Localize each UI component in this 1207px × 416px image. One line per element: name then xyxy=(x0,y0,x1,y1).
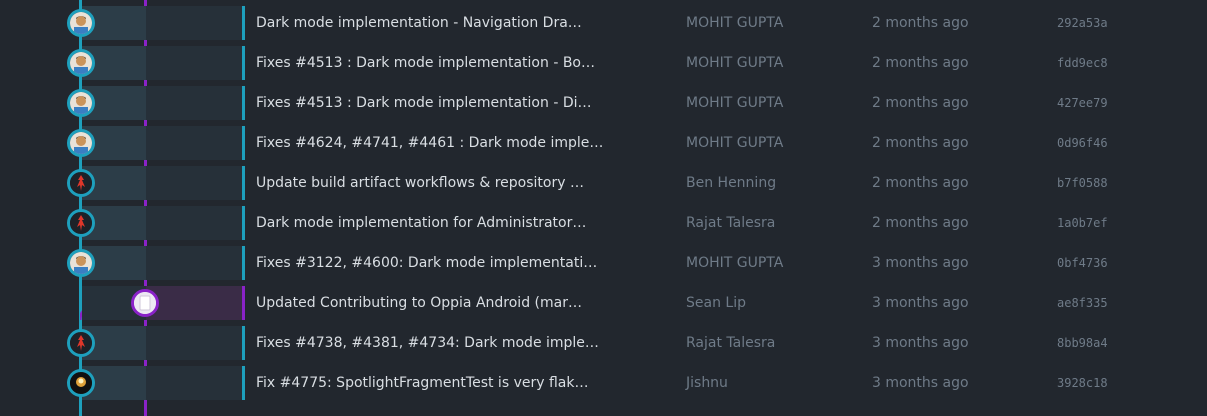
commit-author: Jishnu xyxy=(686,375,728,391)
commit-date: 3 months ago xyxy=(872,335,969,351)
commit-row[interactable]: Fixes #4624, #4741, #4461 : Dark mode im… xyxy=(0,123,1207,163)
commit-row[interactable]: Fix #4775: SpotlightFragmentTest is very… xyxy=(0,363,1207,403)
avatar-person-icon[interactable] xyxy=(67,129,95,157)
avatar-person-icon[interactable] xyxy=(67,89,95,117)
commit-sha: ae8f335 xyxy=(1057,296,1108,310)
avatar-person-icon[interactable] xyxy=(67,9,95,37)
row-branch-marker xyxy=(242,326,245,360)
commit-row[interactable]: Dark mode implementation for Administrat… xyxy=(0,203,1207,243)
graph-cell xyxy=(0,6,242,40)
avatar-red-figure-icon[interactable] xyxy=(67,209,95,237)
commit-subject: Fix #4775: SpotlightFragmentTest is very… xyxy=(256,375,589,391)
row-branch-marker xyxy=(242,366,245,400)
commit-subject: Fixes #4513 : Dark mode implementation -… xyxy=(256,55,595,71)
commit-author: Ben Henning xyxy=(686,175,777,191)
commit-sha: 0d96f46 xyxy=(1057,136,1108,150)
row-branch-marker xyxy=(242,246,245,280)
graph-cell xyxy=(0,246,242,280)
commit-sha: fdd9ec8 xyxy=(1057,56,1108,70)
avatar-white-block-icon[interactable] xyxy=(131,289,159,317)
row-branch-marker xyxy=(242,46,245,80)
commit-author: Rajat Talesra xyxy=(686,335,776,351)
commit-author: MOHIT GUPTA xyxy=(686,15,784,31)
commit-row[interactable]: Dark mode implementation - Navigation Dr… xyxy=(0,3,1207,43)
row-branch-marker xyxy=(242,166,245,200)
commit-sha: 8bb98a4 xyxy=(1057,336,1108,350)
commit-date: 3 months ago xyxy=(872,255,969,271)
graph-cell xyxy=(0,206,242,240)
commit-subject: Fixes #4624, #4741, #4461 : Dark mode im… xyxy=(256,135,604,151)
row-branch-marker xyxy=(242,86,245,120)
row-branch-marker xyxy=(242,206,245,240)
commit-subject: Dark mode implementation - Navigation Dr… xyxy=(256,15,582,31)
commit-sha: 427ee79 xyxy=(1057,96,1108,110)
commit-author: MOHIT GUPTA xyxy=(686,55,784,71)
commit-subject: Updated Contributing to Oppia Android (m… xyxy=(256,295,582,311)
avatar-red-figure-icon[interactable] xyxy=(67,169,95,197)
commit-sha: b7f0588 xyxy=(1057,176,1108,190)
commit-subject: Update build artifact workflows & reposi… xyxy=(256,175,584,191)
graph-cell xyxy=(0,86,242,120)
row-branch-marker xyxy=(242,126,245,160)
commit-date: 2 months ago xyxy=(872,215,969,231)
commit-sha: 0bf4736 xyxy=(1057,256,1108,270)
commit-subject: Fixes #3122, #4600: Dark mode implementa… xyxy=(256,255,598,271)
avatar-red-figure-icon[interactable] xyxy=(67,329,95,357)
graph-cell xyxy=(0,126,242,160)
graph-cell xyxy=(0,46,242,80)
commit-author: MOHIT GUPTA xyxy=(686,255,784,271)
avatar-person-icon[interactable] xyxy=(67,49,95,77)
commit-row[interactable]: Updated Contributing to Oppia Android (m… xyxy=(0,283,1207,323)
commit-row[interactable]: Fixes #4513 : Dark mode implementation -… xyxy=(0,83,1207,123)
commit-author: MOHIT GUPTA xyxy=(686,135,784,151)
commit-sha: 292a53a xyxy=(1057,16,1108,30)
graph-cell xyxy=(0,166,242,200)
commit-row[interactable]: Fixes #3122, #4600: Dark mode implementa… xyxy=(0,243,1207,283)
commit-author: MOHIT GUPTA xyxy=(686,95,784,111)
avatar-person-icon[interactable] xyxy=(67,249,95,277)
commit-date: 3 months ago xyxy=(872,295,969,311)
commit-row[interactable]: Update build artifact workflows & reposi… xyxy=(0,163,1207,203)
commit-sha: 1a0b7ef xyxy=(1057,216,1108,230)
commit-row[interactable]: Fixes #4738, #4381, #4734: Dark mode imp… xyxy=(0,323,1207,363)
graph-cell xyxy=(0,326,242,360)
commit-subject: Dark mode implementation for Administrat… xyxy=(256,215,587,231)
commit-subject: Fixes #4513 : Dark mode implementation -… xyxy=(256,95,592,111)
commit-row[interactable]: Fixes #4513 : Dark mode implementation -… xyxy=(0,43,1207,83)
row-branch-marker xyxy=(242,286,245,320)
avatar-dark-icon[interactable] xyxy=(67,369,95,397)
commit-date: 2 months ago xyxy=(872,135,969,151)
commit-log: Dark mode implementation - Navigation Dr… xyxy=(0,0,1207,416)
commit-subject: Fixes #4738, #4381, #4734: Dark mode imp… xyxy=(256,335,599,351)
commit-sha: 3928c18 xyxy=(1057,376,1108,390)
graph-cell xyxy=(0,366,242,400)
commit-author: Rajat Talesra xyxy=(686,215,776,231)
commit-date: 3 months ago xyxy=(872,375,969,391)
commit-author: Sean Lip xyxy=(686,295,746,311)
graph-cell xyxy=(0,286,242,320)
commit-date: 2 months ago xyxy=(872,95,969,111)
commit-date: 2 months ago xyxy=(872,15,969,31)
row-branch-marker xyxy=(242,6,245,40)
commit-date: 2 months ago xyxy=(872,175,969,191)
commit-date: 2 months ago xyxy=(872,55,969,71)
